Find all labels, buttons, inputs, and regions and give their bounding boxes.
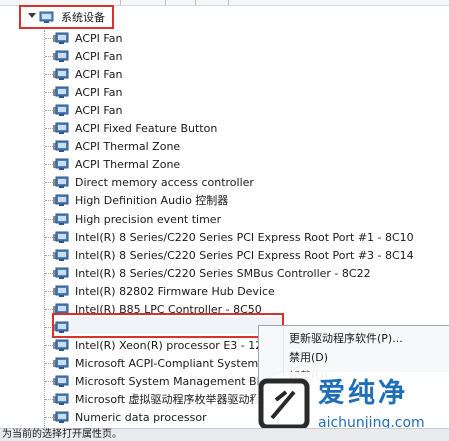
tree-item-label: High precision event timer [75,213,222,226]
toolbar-separator [195,0,196,5]
device-icon [53,213,69,225]
toolbar-separator [228,0,229,5]
tree-item-label: ACPI Fan [75,86,123,99]
menu-item-update-driver[interactable]: 更新驱动程序软件(P)... [289,330,403,347]
tree-guide-line [44,30,45,430]
tree-item-label: ACPI Thermal Zone [75,140,181,153]
toolbar-separator [165,0,166,5]
device-icon [53,50,69,62]
device-icon [53,375,69,387]
tree-item-label: Microsoft System Management BIO [75,375,269,388]
status-bar: 为当前的选择打开属性页。 [0,428,449,441]
tree-item-label: Numeric data processor [75,411,207,424]
brand-logo-icon [258,378,310,430]
menu-item-disable[interactable]: 禁用(D) [289,349,328,366]
tree-item-label: Intel(R) 82802 Firmware Hub Device [75,285,275,298]
tree-item-label: Intel(R) 8 Series/C220 Series PCI Expres… [75,249,414,262]
device-icon [53,231,69,243]
device-icon [53,68,69,80]
tree-item-label: ACPI Fan [75,68,123,81]
device-icon [53,411,69,423]
tree-item-label: High Definition Audio 控制器 [75,194,229,207]
device-icon [53,393,69,405]
device-icon [53,285,69,297]
tree-item-label: ACPI Fan [75,32,123,45]
tree-item-label: Microsoft 虚拟驱动程序枚举器驱动程 [75,393,261,406]
device-icon [53,104,69,116]
device-icon [53,267,69,279]
device-icon [53,249,69,261]
device-icon [53,357,69,369]
tree-item-label: Intel(R) Xeon(R) processor E3 - 120 [75,339,270,352]
tree-item-label: ACPI Fixed Feature Button [75,122,218,135]
item-highlight-box [52,313,284,338]
device-icon [53,32,69,44]
device-icon [53,339,69,351]
device-icon [53,122,69,134]
device-icon [53,176,69,188]
device-icon [53,140,69,152]
tree-item-label: ACPI Fan [75,104,123,117]
tree-item-label: Intel(R) 8 Series/C220 Series SMBus Cont… [75,267,371,280]
toolbar-separator [120,0,121,5]
tree-item-label: ACPI Fan [75,50,123,63]
watermark-brand-text: 爱纯净 [318,378,408,409]
device-icon [53,86,69,98]
device-icon [53,194,69,206]
tree-item-label: Intel(R) 8 Series/C220 Series PCI Expres… [75,231,414,244]
status-text: 为当前的选择打开属性页。 [2,429,122,440]
device-icon [53,158,69,170]
root-highlight-box [19,5,114,29]
tree-item-label: Direct memory access controller [75,176,254,189]
tree-item-label: ACPI Thermal Zone [75,158,181,171]
tree-item-label: Microsoft ACPI-Compliant System [75,357,259,370]
